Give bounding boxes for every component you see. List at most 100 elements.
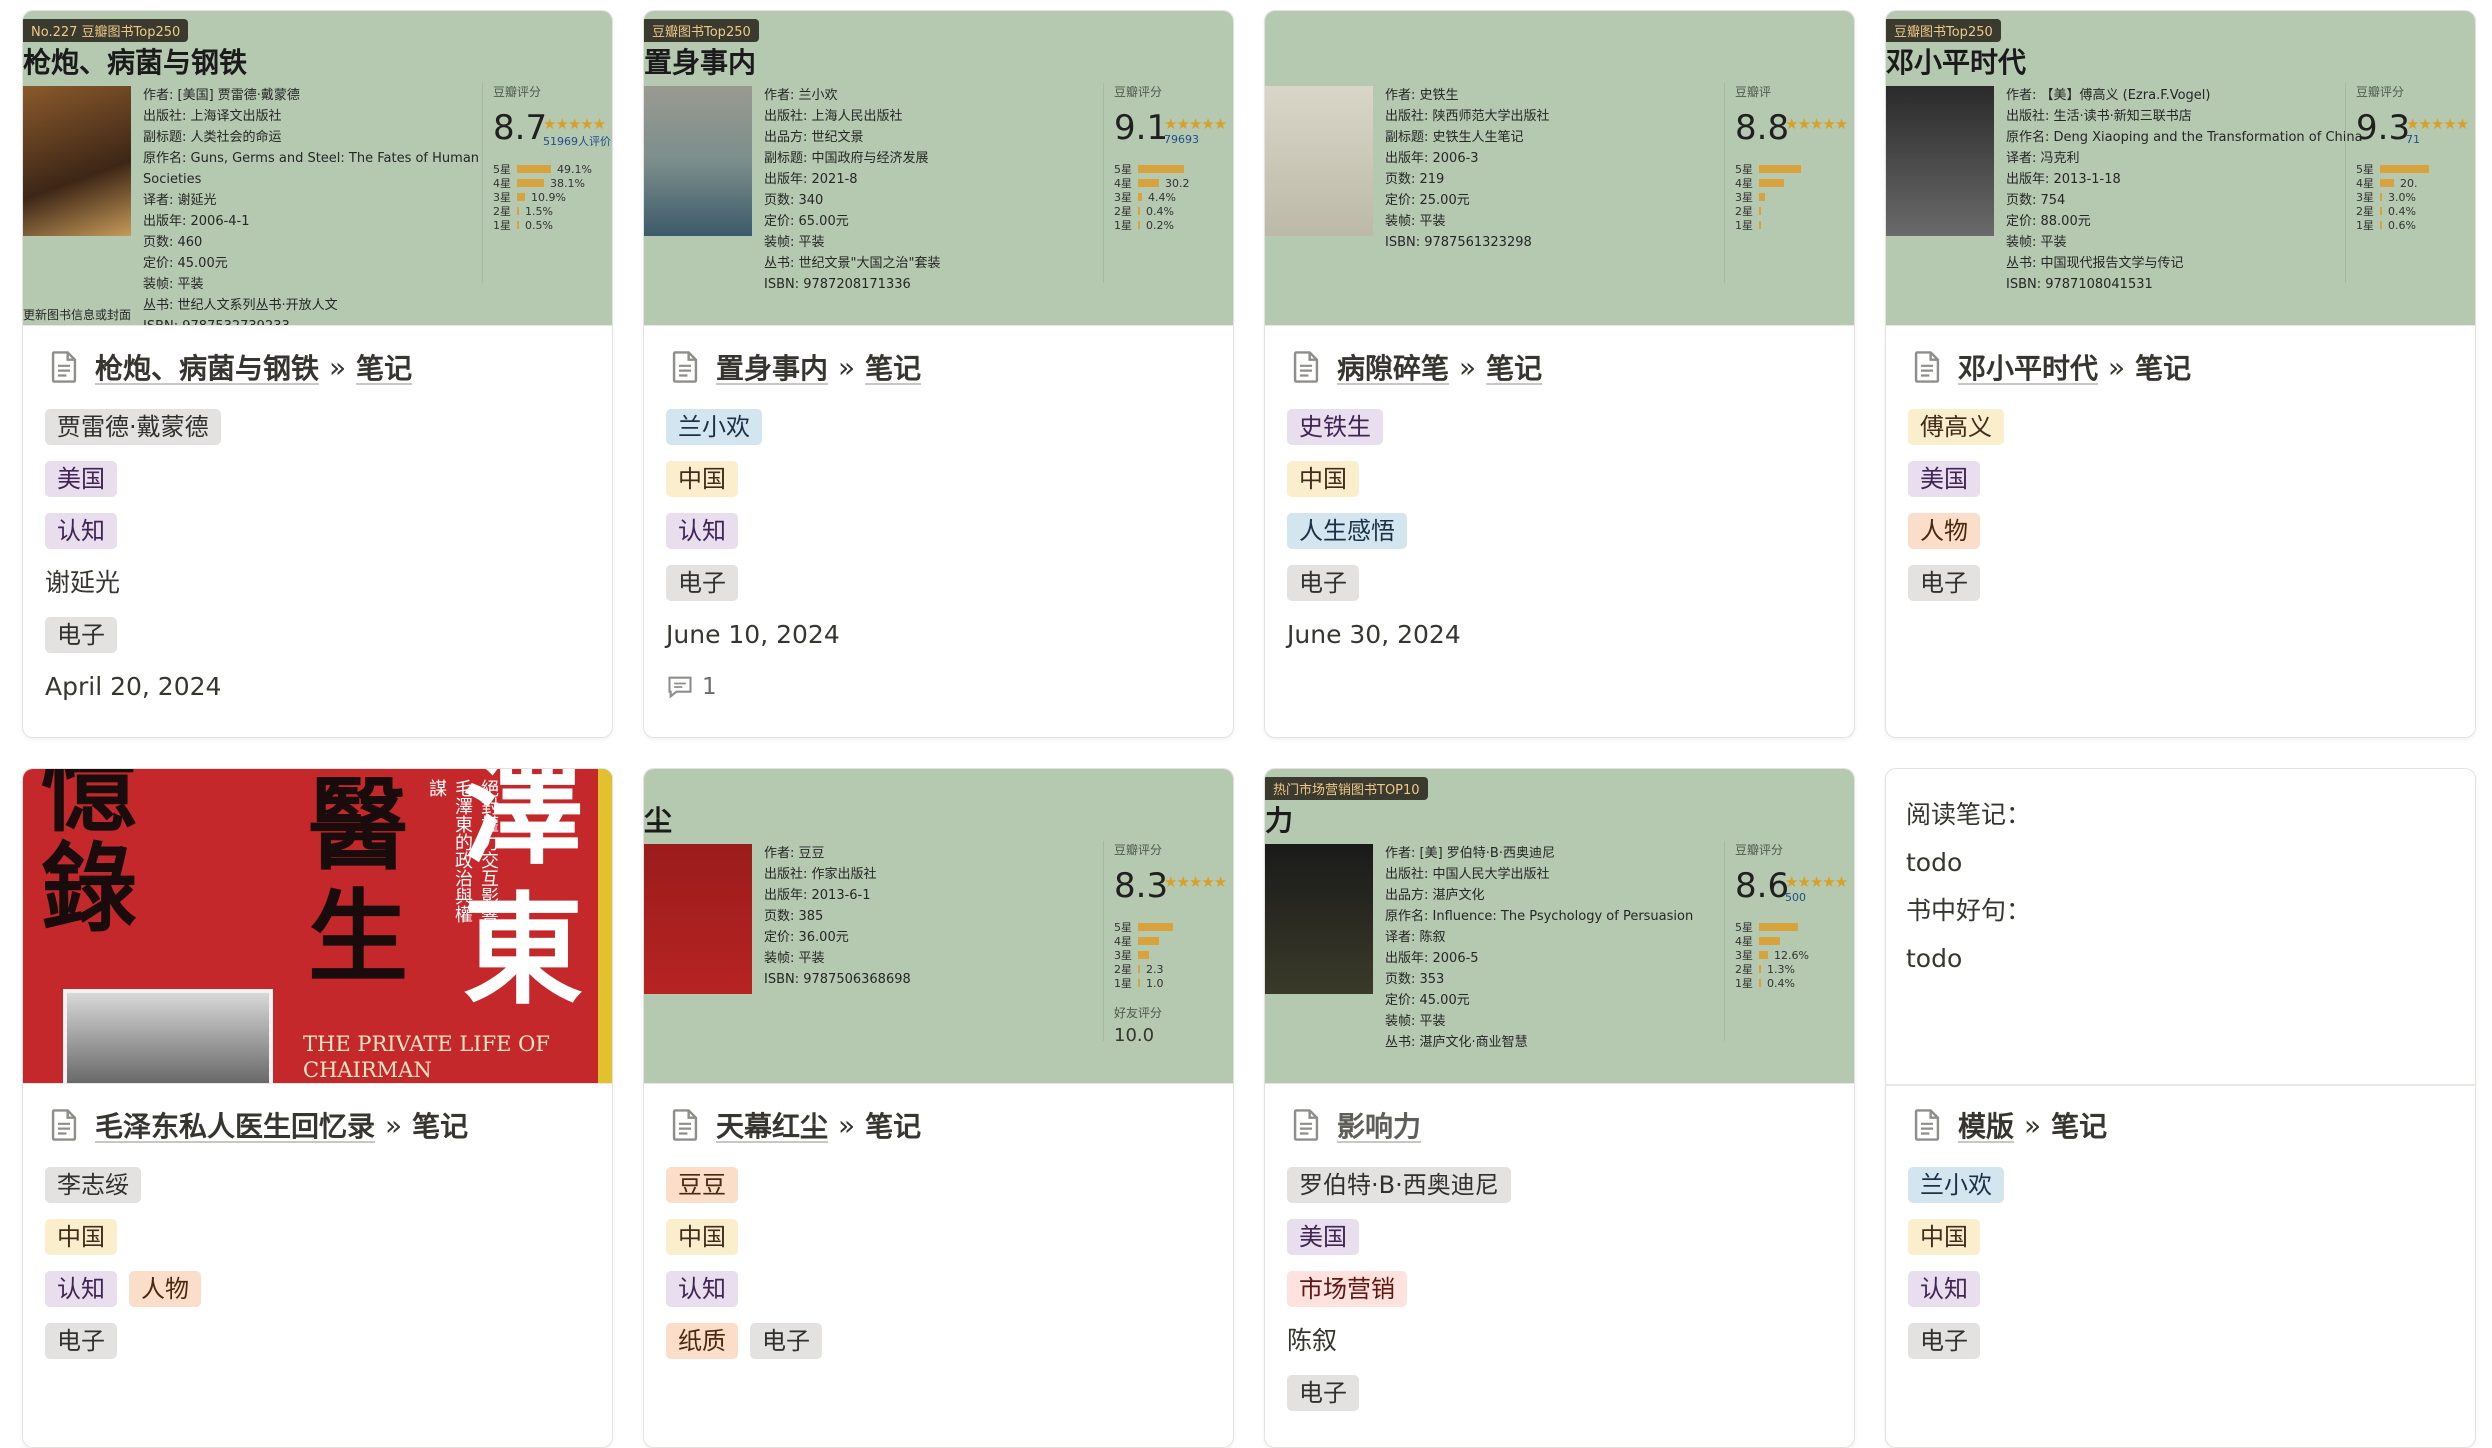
gallery-card[interactable]: 豆瓣图书Top250 邓小平时代 作者: 【美】傅高义 (Ezra.F.Vogel)… <box>1885 10 2476 738</box>
property-tag[interactable]: 认知 <box>45 513 117 549</box>
book-link[interactable]: 置身事内 <box>716 347 828 387</box>
gallery-card[interactable]: No.227 豆瓣图书Top250 枪炮、病菌与钢铁 作者: [美国] 贾雷德·戴蒙… <box>22 10 613 738</box>
date-property: June 30, 2024 <box>1287 620 1461 649</box>
property-tag[interactable]: 认知 <box>666 513 738 549</box>
notes-link[interactable]: 笔记 <box>2135 347 2191 387</box>
card-title[interactable]: 影响力 <box>1287 1106 1832 1144</box>
notes-link[interactable]: 笔记 <box>865 1105 921 1145</box>
property-tag[interactable]: 傅高义 <box>1908 409 2004 445</box>
property-tag[interactable]: 认知 <box>1908 1271 1980 1307</box>
rating-bar-percent: 0.2% <box>1146 218 1174 232</box>
property-tag[interactable]: 美国 <box>1908 461 1980 497</box>
rating-label: 豆瓣评 <box>1735 85 1772 99</box>
gallery-card[interactable]: 作者: 史铁生 出版社: 陕西师范大学出版社 副标题: 史铁生人生笔记 出版年: 20… <box>1264 10 1855 738</box>
property-tag[interactable]: 认知 <box>666 1271 738 1307</box>
card-properties: 天幕红尘 » 笔记 豆豆中国认知纸质 电子 <box>644 1084 1233 1374</box>
property-tag[interactable]: 美国 <box>1287 1219 1359 1255</box>
gallery-card[interactable]: 阅读笔记： todo 书中好句： todo 模版 » 笔记 兰小欢 中国 认知 电子 <box>1885 768 2476 1448</box>
property-tag[interactable]: 贾雷德·戴蒙德 <box>45 409 221 445</box>
book-link[interactable]: 邓小平时代 <box>1958 347 2098 387</box>
notes-link[interactable]: 笔记 <box>865 347 921 387</box>
cover-image[interactable]: 尘作者: 豆豆 出版社: 作家出版社 出版年: 2013-6-1 页数: 385 定价:… <box>644 769 1233 1084</box>
card-title[interactable]: 邓小平时代 » 笔记 <box>1908 348 2453 386</box>
property-tag[interactable]: 认知 <box>45 1271 117 1307</box>
cover-badge: 热门市场营销图书TOP10 <box>1265 777 1428 800</box>
metadata-line: 译者: 冯克利 <box>2006 151 2080 166</box>
notes-link[interactable]: 笔记 <box>412 1105 468 1145</box>
property-tag[interactable]: 电子 <box>1908 565 1980 601</box>
property-tag[interactable]: 美国 <box>45 461 117 497</box>
property-tag[interactable]: 电子 <box>45 617 117 653</box>
property-tag[interactable]: 人物 <box>1908 513 1980 549</box>
property-tag[interactable]: 罗伯特·B·西奥迪尼 <box>1287 1167 1511 1203</box>
rating-bar-row: 5星 <box>1735 920 1854 934</box>
cover-badge: 豆瓣图书Top250 <box>644 19 759 42</box>
cover-image[interactable]: 热门市场营销图书TOP10 力作者: [美] 罗伯特·B·西奥迪尼 出版社: 中国人… <box>1265 769 1854 1084</box>
gallery-card[interactable]: 热门市场营销图书TOP10 力作者: [美] 罗伯特·B·西奥迪尼 出版社: 中国人… <box>1264 768 1855 1448</box>
property-tag[interactable]: 人物 <box>129 1271 201 1307</box>
gallery-card[interactable]: 豆瓣图书Top250 置身事内 作者: 兰小欢 出版社: 上海人民出版社 出品方: 世纪… <box>643 10 1234 738</box>
property-tags: 认知 <box>1908 1270 2453 1308</box>
cover-badge: No.227 豆瓣图书Top250 <box>23 19 189 42</box>
card-title[interactable]: 病隙碎笔 » 笔记 <box>1287 348 1832 386</box>
metadata-line: 副标题: 史铁生人生笔记 <box>1385 130 1524 145</box>
property-tag[interactable]: 纸质 <box>666 1323 738 1359</box>
property-tag[interactable]: 电子 <box>1287 565 1359 601</box>
property-tag[interactable]: 人生感悟 <box>1287 513 1407 549</box>
page-icon <box>670 350 700 384</box>
card-properties: 模版 » 笔记兰小欢中国认知电子 <box>1886 1084 2475 1374</box>
cover-image[interactable]: 豆瓣图书Top250 置身事内 作者: 兰小欢 出版社: 上海人民出版社 出品方: 世纪… <box>644 11 1233 326</box>
rating-bar-row: 2星 <box>1735 204 1854 218</box>
property-tag[interactable]: 中国 <box>666 461 738 497</box>
property-tag[interactable]: 中国 <box>1287 461 1359 497</box>
property-tag[interactable]: 电子 <box>45 1323 117 1359</box>
property-tag[interactable]: 中国 <box>45 1219 117 1255</box>
metadata-line: 原作名: Guns, Germs and Steel: The Fates of… <box>143 151 480 166</box>
cover-image[interactable]: No.227 豆瓣图书Top250 枪炮、病菌与钢铁 作者: [美国] 贾雷德·戴蒙… <box>23 11 612 326</box>
property-tag[interactable]: 电子 <box>750 1323 822 1359</box>
property-tag[interactable]: 中国 <box>1908 1219 1980 1255</box>
comment-count[interactable]: 1 <box>666 668 1211 706</box>
star-icon: ★★★★★ <box>1164 873 1227 891</box>
preview-line: todo <box>1906 848 1963 877</box>
card-title[interactable]: 枪炮、病菌与钢铁 » 笔记 <box>45 348 590 386</box>
rating-bar <box>1759 165 1801 173</box>
title-separator: » <box>838 350 856 384</box>
metadata-line: 定价: 88.00元 <box>2006 214 2091 229</box>
notes-link[interactable]: 笔记 <box>356 347 412 387</box>
book-link[interactable]: 模版 <box>1958 1105 2014 1145</box>
book-link[interactable]: 病隙碎笔 <box>1337 347 1449 387</box>
card-title[interactable]: 模版 » 笔记 <box>1908 1106 2453 1144</box>
gallery-card[interactable]: 憶錄 醫生 澤東 絕對權力交互影響 毛澤東的政治與權謀 THE PRIVATE LIFE… <box>22 768 613 1448</box>
property-tag[interactable]: 电子 <box>666 565 738 601</box>
rating-bar-row: 2星 2.3 <box>1114 962 1233 977</box>
douban-rating: 豆瓣评分 9.1 ★★★★★ 79693 5星 4星 30.2 3星 4.4% 2星 0.4% 1星 0… <box>1103 83 1233 283</box>
book-link[interactable]: 枪炮、病菌与钢铁 <box>95 347 319 387</box>
rating-bar <box>1759 193 1765 201</box>
property-tags: 人物 <box>1908 512 2453 550</box>
property-tag[interactable]: 市场营销 <box>1287 1271 1407 1307</box>
rating-label: 豆瓣评分 <box>1735 843 1784 857</box>
card-title[interactable]: 毛泽东私人医生回忆录 » 笔记 <box>45 1106 590 1144</box>
book-link[interactable]: 天幕红尘 <box>716 1105 828 1145</box>
property-tag[interactable]: 豆豆 <box>666 1167 738 1203</box>
notes-link[interactable]: 笔记 <box>2051 1105 2107 1145</box>
property-tag[interactable]: 电子 <box>1287 1375 1359 1411</box>
metadata-line: 丛书: 世纪人文系列丛书·开放人文 <box>143 298 338 313</box>
card-title[interactable]: 置身事内 » 笔记 <box>666 348 1211 386</box>
cover-image[interactable]: 作者: 史铁生 出版社: 陕西师范大学出版社 副标题: 史铁生人生笔记 出版年: 20… <box>1265 11 1854 326</box>
property-tag[interactable]: 中国 <box>666 1219 738 1255</box>
property-tag[interactable]: 电子 <box>1908 1323 1980 1359</box>
property-tag[interactable]: 兰小欢 <box>1908 1167 2004 1203</box>
property-tag[interactable]: 史铁生 <box>1287 409 1383 445</box>
property-tag[interactable]: 兰小欢 <box>666 409 762 445</box>
card-title[interactable]: 天幕红尘 » 笔记 <box>666 1106 1211 1144</box>
cover-image[interactable]: 憶錄 醫生 澤東 絕對權力交互影響 毛澤東的政治與權謀 THE PRIVATE LIFE… <box>23 769 612 1084</box>
book-link[interactable]: 影响力 <box>1337 1105 1421 1145</box>
cover-image[interactable]: 豆瓣图书Top250 邓小平时代 作者: 【美】傅高义 (Ezra.F.Vogel)… <box>1886 11 2475 326</box>
metadata-line: 出品方: 湛庐文化 <box>1385 888 1485 903</box>
gallery-card[interactable]: 尘作者: 豆豆 出版社: 作家出版社 出版年: 2013-6-1 页数: 385 定价:… <box>643 768 1234 1448</box>
notes-link[interactable]: 笔记 <box>1486 347 1542 387</box>
book-link[interactable]: 毛泽东私人医生回忆录 <box>95 1105 375 1145</box>
property-tag[interactable]: 李志绥 <box>45 1167 141 1203</box>
